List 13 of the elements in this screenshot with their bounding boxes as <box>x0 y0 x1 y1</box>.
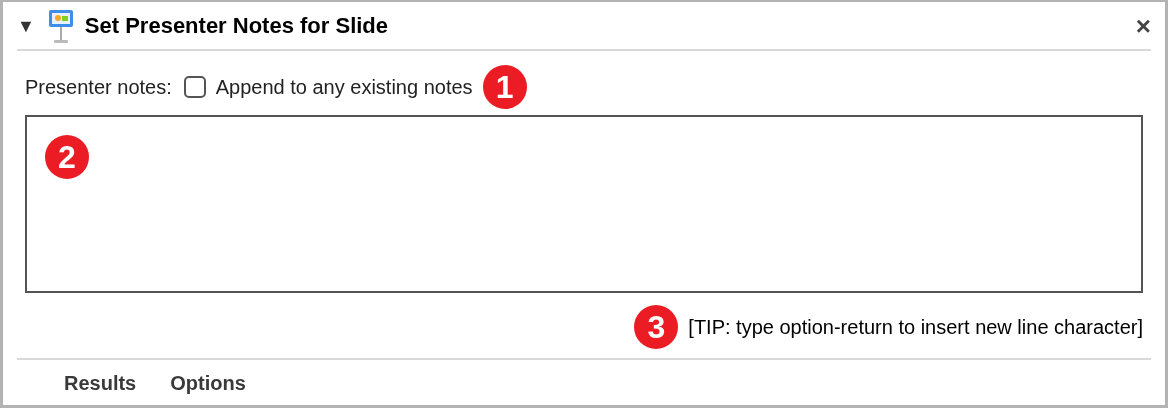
tab[interactable]: Options <box>163 366 253 400</box>
action-title: Set Presenter Notes for Slide <box>84 12 389 40</box>
field-label: Presenter notes: <box>25 75 172 100</box>
checkbox-label[interactable]: Append to any existing notes <box>215 72 473 102</box>
tab[interactable]: Results <box>57 366 144 400</box>
notes-field[interactable]: 2 <box>25 115 1143 293</box>
tip-text: [TIP: type option-return to insert new line character] <box>688 315 1143 340</box>
close-button[interactable]: × <box>1135 12 1151 39</box>
disclosure-triangle[interactable]: ▼ <box>17 16 37 35</box>
append-checkbox[interactable] <box>183 76 206 98</box>
podium-icon <box>46 7 75 44</box>
callout-marker: 1 <box>482 65 527 109</box>
callout-marker: 3 <box>634 305 679 349</box>
